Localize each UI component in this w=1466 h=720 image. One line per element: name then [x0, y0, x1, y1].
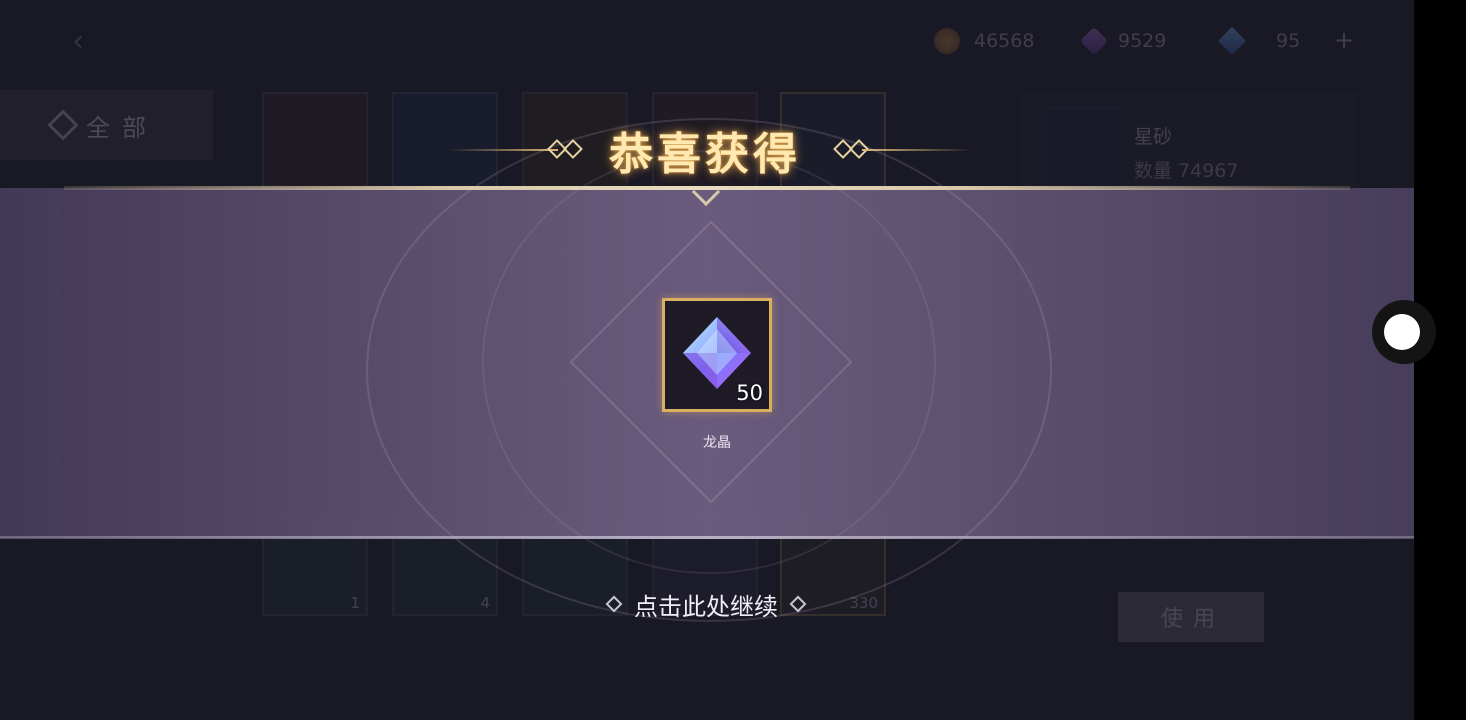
- game-screen: ‹ 46568 9529 95 + 全部 1 4 330 星砂 数量 74967…: [0, 0, 1414, 720]
- title-line-right: [862, 149, 972, 151]
- reward-quantity: 50: [736, 381, 763, 405]
- floating-assist-button[interactable]: [1372, 300, 1436, 364]
- continue-diamond-left-icon: [605, 595, 623, 613]
- title-line-left: [448, 149, 558, 151]
- continue-diamond-right-icon: [789, 595, 807, 613]
- banner-bottom-line: [0, 536, 1414, 539]
- reward-item-slot[interactable]: 50: [662, 298, 772, 412]
- tap-to-continue[interactable]: 点击此处继续: [588, 584, 824, 624]
- popup-title: 恭喜获得: [609, 129, 801, 180]
- screen-edge-bar: [1414, 0, 1466, 720]
- assist-dot-icon: [1384, 314, 1420, 350]
- continue-label: 点击此处继续: [634, 592, 778, 621]
- reward-name: 龙晶: [703, 435, 731, 451]
